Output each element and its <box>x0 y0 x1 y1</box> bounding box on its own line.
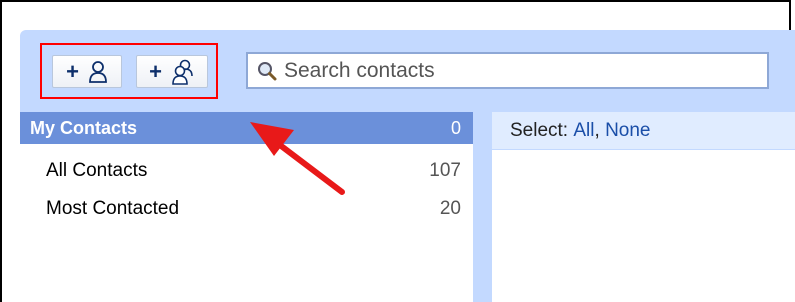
add-contact-button[interactable]: + <box>52 55 122 88</box>
select-separator: , <box>594 119 600 141</box>
search-input[interactable] <box>284 58 764 83</box>
select-bar: Select: All, None <box>492 112 795 150</box>
person-icon <box>89 60 107 83</box>
add-group-button[interactable]: + <box>136 55 208 88</box>
group-icon <box>172 59 193 85</box>
contacts-list-pane: Select: All, None <box>492 112 795 302</box>
search-icon <box>258 61 277 80</box>
select-none-link[interactable]: None <box>605 120 650 142</box>
plus-icon: + <box>149 58 162 84</box>
search-box <box>246 52 769 89</box>
select-label: Select: <box>510 119 569 141</box>
highlight-box: + + <box>40 43 218 99</box>
sidebar-item-count: 107 <box>429 160 461 181</box>
toolbar: + + <box>20 30 795 112</box>
select-all-link[interactable]: All <box>573 120 594 142</box>
pane-divider[interactable] <box>473 112 492 302</box>
sidebar-item-count: 20 <box>439 198 461 219</box>
sidebar-item-label: All Contacts <box>46 160 148 181</box>
sidebar-item-count: 0 <box>450 117 461 138</box>
sidebar-item-label: Most Contacted <box>46 198 180 219</box>
plus-icon: + <box>66 58 79 84</box>
sidebar-item-label: My Contacts <box>30 117 138 138</box>
annotation-arrow <box>250 122 345 195</box>
